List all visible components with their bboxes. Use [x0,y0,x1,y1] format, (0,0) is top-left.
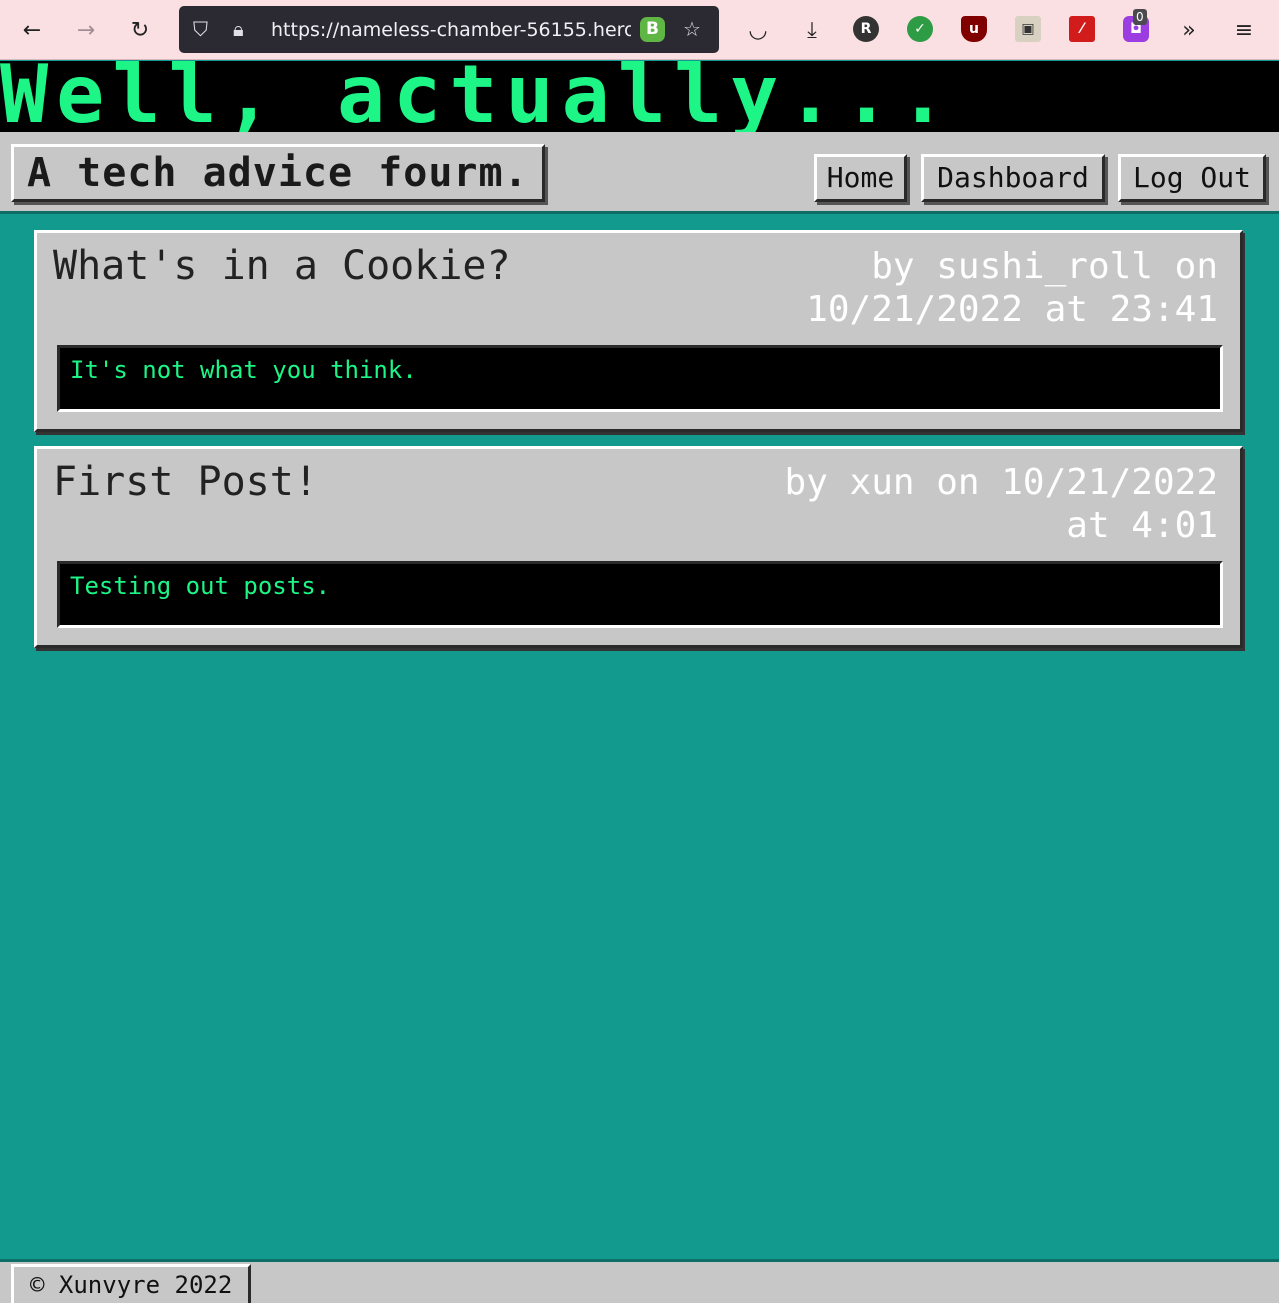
forward-arrow-icon[interactable]: → [68,12,104,48]
extension-badge-count: 0 [1133,9,1147,25]
lock-icon[interactable]: 🔒︎ [233,17,244,41]
url-text[interactable]: https://nameless-chamber-56155.herok [271,19,631,41]
address-bar[interactable]: ⛉ 🔒︎ https://nameless-chamber-56155.hero… [179,6,719,53]
browser-toolbar: ← → ↻ ⛉ 🔒︎ https://nameless-chamber-5615… [0,0,1279,60]
extension-wand-icon[interactable]: ⁄ [1069,16,1095,42]
bookmark-star-icon[interactable]: ☆ [683,17,701,41]
site-title: Well, actually... [0,61,955,132]
post-title[interactable]: First Post! [53,459,318,505]
logout-button[interactable]: Log Out [1118,154,1266,202]
download-icon[interactable]: ⤓ [794,12,830,48]
post-title[interactable]: What's in a Cookie? [53,243,511,289]
menu-hamburger-icon[interactable]: ≡ [1226,12,1262,48]
ublock-icon[interactable]: u [961,16,987,42]
dashboard-button[interactable]: Dashboard [921,154,1105,202]
reload-icon[interactable]: ↻ [122,12,158,48]
post-body: Testing out posts. [57,561,1223,628]
extension-check-icon[interactable]: ✓ [907,16,933,42]
site-header: Well, actually... [0,61,1279,132]
footer: © Xunvyre 2022 [0,1259,1279,1303]
overflow-chevron-icon[interactable]: » [1171,12,1207,48]
footer-copyright: © Xunvyre 2022 [11,1264,252,1303]
site-tagline: A tech advice fourm. [11,144,545,202]
extension-image-icon[interactable]: ▣ [1015,16,1041,42]
post-card[interactable]: What's in a Cookie? by sushi_roll on 10/… [34,230,1243,432]
post-meta: by xun on 10/21/2022 at 4:01 [784,462,1218,546]
back-arrow-icon[interactable]: ← [14,12,50,48]
pocket-icon[interactable]: ◡ [740,12,776,48]
shield-icon[interactable]: ⛉ [193,17,208,41]
home-button[interactable]: Home [814,154,907,202]
extension-b-icon[interactable]: B [640,17,665,42]
navbar: A tech advice fourm. Home Dashboard Log … [0,132,1279,214]
post-body: It's not what you think. [57,345,1223,412]
post-card[interactable]: First Post! by xun on 10/21/2022 at 4:01… [34,446,1243,648]
post-meta: by sushi_roll on 10/21/2022 at 23:41 [806,246,1218,330]
extension-r-icon[interactable]: R [853,16,879,42]
